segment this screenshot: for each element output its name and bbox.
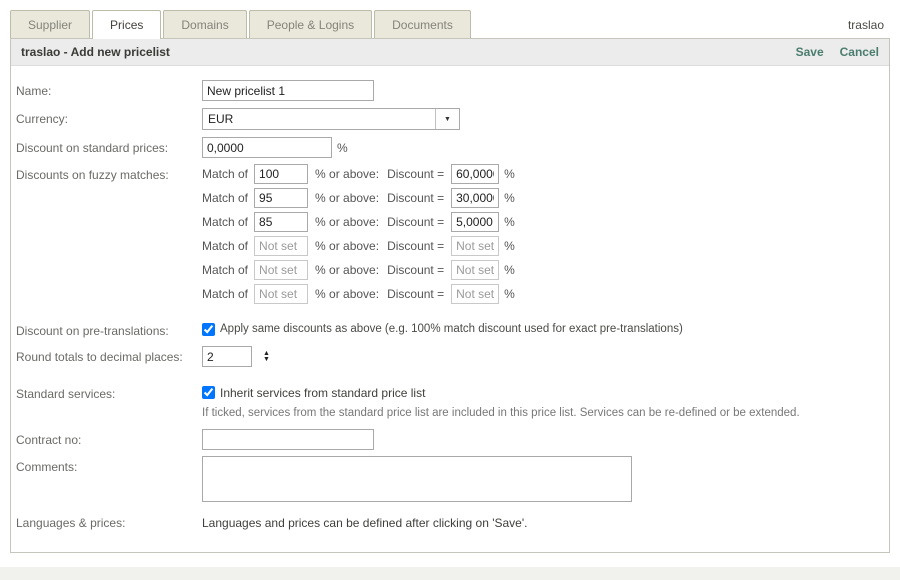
fuzzy-row-4: Match of % or above: Discount = %	[202, 236, 515, 256]
comments-row: Comments:	[16, 456, 884, 502]
tab-people-logins[interactable]: People & Logins	[249, 10, 372, 38]
pricelist-form: Name: Currency: EUR ▼ Discount on standa…	[11, 66, 889, 552]
currency-select[interactable]: EUR ▼	[202, 108, 460, 130]
tab-bar: Supplier Prices Domains People & Logins …	[10, 10, 900, 38]
footer-strip	[0, 567, 900, 580]
match-of-label: Match of	[202, 287, 248, 301]
match-discount-input-1[interactable]	[451, 164, 499, 184]
round-totals-stepper[interactable]: ▲ ▼	[263, 351, 270, 363]
contract-row: Contract no:	[16, 429, 884, 450]
inherit-services-help-text: If ticked, services from the standard pr…	[202, 407, 800, 419]
match-of-label: Match of	[202, 239, 248, 253]
percent-sign: %	[504, 215, 515, 229]
apply-same-discounts-text: Apply same discounts as above (e.g. 100%…	[220, 322, 683, 335]
cancel-button[interactable]: Cancel	[840, 45, 879, 59]
spinner-down-icon[interactable]: ▼	[263, 357, 270, 363]
discount-eq-label: Discount =	[387, 191, 444, 205]
panel-header: traslao - Add new pricelist Save Cancel	[11, 39, 889, 66]
pricelist-panel: traslao - Add new pricelist Save Cancel …	[10, 38, 890, 553]
name-row: Name:	[16, 80, 884, 101]
match-of-label: Match of	[202, 167, 248, 181]
standard-services-row: Standard services: Inherit services from…	[16, 383, 884, 419]
currency-row: Currency: EUR ▼	[16, 108, 884, 130]
pretranslations-label: Discount on pre-translations:	[16, 320, 202, 338]
percent-sign: %	[504, 239, 515, 253]
match-threshold-input-5[interactable]	[254, 260, 308, 280]
name-label: Name:	[16, 80, 202, 98]
comments-label: Comments:	[16, 456, 202, 474]
discount-standard-row: Discount on standard prices: %	[16, 137, 884, 158]
tab-supplier[interactable]: Supplier	[10, 10, 90, 38]
currency-label: Currency:	[16, 108, 202, 126]
discount-eq-label: Discount =	[387, 167, 444, 181]
match-discount-input-2[interactable]	[451, 188, 499, 208]
name-input[interactable]	[202, 80, 374, 101]
match-discount-input-5[interactable]	[451, 260, 499, 280]
discount-standard-input[interactable]	[202, 137, 332, 158]
or-above-label: % or above:	[315, 287, 379, 301]
tab-documents[interactable]: Documents	[374, 10, 471, 38]
or-above-label: % or above:	[315, 167, 379, 181]
page-title: traslao - Add new pricelist	[21, 45, 170, 59]
languages-note: Languages and prices can be defined afte…	[202, 512, 527, 530]
inherit-services-checkbox[interactable]	[202, 386, 215, 399]
fuzzy-row-2: Match of % or above: Discount = %	[202, 188, 515, 208]
fuzzy-matches-section: Discounts on fuzzy matches: Match of % o…	[16, 164, 884, 304]
or-above-label: % or above:	[315, 239, 379, 253]
discount-eq-label: Discount =	[387, 287, 444, 301]
or-above-label: % or above:	[315, 263, 379, 277]
or-above-label: % or above:	[315, 215, 379, 229]
fuzzy-row-5: Match of % or above: Discount = %	[202, 260, 515, 280]
or-above-label: % or above:	[315, 191, 379, 205]
match-threshold-input-4[interactable]	[254, 236, 308, 256]
languages-row: Languages & prices: Languages and prices…	[16, 512, 884, 552]
match-threshold-input-1[interactable]	[254, 164, 308, 184]
percent-sign: %	[504, 287, 515, 301]
tab-domains[interactable]: Domains	[163, 10, 246, 38]
match-of-label: Match of	[202, 191, 248, 205]
match-discount-input-4[interactable]	[451, 236, 499, 256]
match-of-label: Match of	[202, 263, 248, 277]
percent-sign: %	[504, 167, 515, 181]
fuzzy-matches-label: Discounts on fuzzy matches:	[16, 164, 202, 304]
pretranslations-row: Discount on pre-translations: Apply same…	[16, 320, 884, 338]
round-totals-label: Round totals to decimal places:	[16, 346, 202, 364]
percent-sign: %	[337, 137, 348, 155]
match-threshold-input-2[interactable]	[254, 188, 308, 208]
match-of-label: Match of	[202, 215, 248, 229]
percent-sign: %	[504, 263, 515, 277]
currency-selected-value: EUR	[203, 109, 435, 129]
contract-label: Contract no:	[16, 429, 202, 447]
match-threshold-input-3[interactable]	[254, 212, 308, 232]
tab-prices[interactable]: Prices	[92, 10, 161, 39]
discount-eq-label: Discount =	[387, 239, 444, 253]
fuzzy-row-3: Match of % or above: Discount = %	[202, 212, 515, 232]
save-button[interactable]: Save	[796, 45, 824, 59]
percent-sign: %	[504, 191, 515, 205]
match-threshold-input-6[interactable]	[254, 284, 308, 304]
round-totals-input[interactable]	[202, 346, 252, 367]
discount-standard-label: Discount on standard prices:	[16, 137, 202, 155]
languages-label: Languages & prices:	[16, 512, 202, 530]
fuzzy-row-6: Match of % or above: Discount = %	[202, 284, 515, 304]
fuzzy-row-1: Match of % or above: Discount = %	[202, 164, 515, 184]
round-totals-row: Round totals to decimal places: ▲ ▼	[16, 346, 884, 367]
contract-no-input[interactable]	[202, 429, 374, 450]
discount-eq-label: Discount =	[387, 263, 444, 277]
comments-textarea[interactable]	[202, 456, 632, 502]
apply-same-discounts-checkbox[interactable]	[202, 323, 215, 336]
standard-services-label: Standard services:	[16, 383, 202, 401]
dropdown-arrow-icon[interactable]: ▼	[435, 109, 459, 129]
inherit-services-text: Inherit services from standard price lis…	[220, 385, 425, 400]
discount-eq-label: Discount =	[387, 215, 444, 229]
match-discount-input-6[interactable]	[451, 284, 499, 304]
match-discount-input-3[interactable]	[451, 212, 499, 232]
